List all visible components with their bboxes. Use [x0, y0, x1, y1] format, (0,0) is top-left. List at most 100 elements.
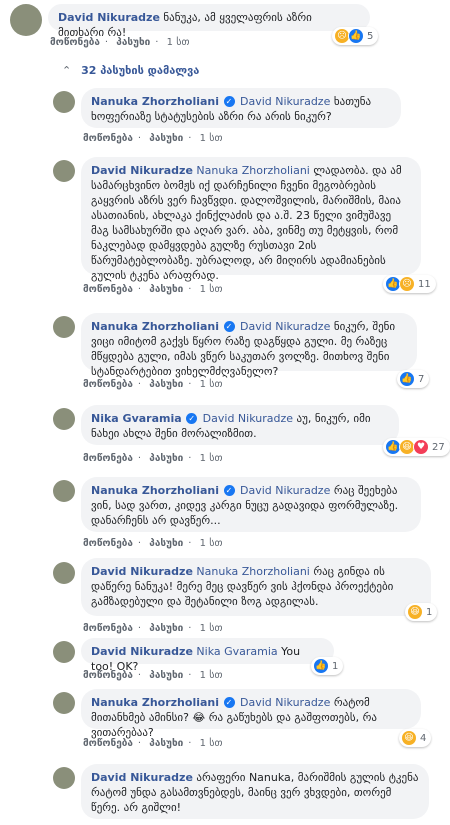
comment-bubble: Nika Gvaramia ✓ David Nikuradze აუ, ნიკუ… [81, 405, 399, 445]
collapse-arrow-icon: ⌃ [62, 64, 72, 77]
comment-actions: მოწონება · პასუხი · 1 სთ [83, 538, 223, 549]
avatar[interactable] [53, 408, 75, 430]
reaction-count: 11 [418, 278, 431, 290]
avatar[interactable] [53, 767, 75, 789]
comment-bubble: David Nikuradze Nanuka Zhorzholiani ლადა… [81, 157, 421, 282]
like-reaction-icon: 👍 [399, 371, 415, 387]
like-button[interactable]: მოწონება [83, 623, 133, 634]
comment-author[interactable]: Nanuka Zhorzholiani [91, 95, 219, 108]
comment-author[interactable]: David Nikuradze [58, 11, 160, 24]
avatar[interactable] [53, 91, 75, 113]
like-reaction-icon: 👍 [348, 28, 364, 44]
comment-author[interactable]: Nanuka Zhorzholiani [91, 320, 219, 333]
avatar[interactable] [53, 480, 75, 502]
verified-badge-icon: ✓ [186, 413, 198, 424]
reply-button[interactable]: პასუხი [149, 453, 183, 464]
reaction-summary[interactable]: 👍 😆 ♥ 27 [383, 438, 450, 456]
avatar[interactable] [53, 641, 75, 663]
verified-badge-icon: ✓ [223, 697, 235, 708]
comment-time[interactable]: 1 სთ [200, 623, 223, 634]
comment-actions: მოწონება · პასუხი · 1 სთ [83, 738, 223, 749]
avatar[interactable] [53, 692, 75, 714]
comment-author[interactable]: Nika Gvaramia [91, 412, 182, 425]
comment-author[interactable]: David Nikuradze [91, 164, 193, 177]
like-button[interactable]: მოწონება [83, 670, 133, 681]
comment-actions: მოწონება · პასუხი · 1 სთ [83, 284, 223, 295]
comment-actions: მოწონება · პასუხი · 1 სთ [83, 453, 223, 464]
reaction-summary[interactable]: 😆 4 [399, 729, 432, 747]
comment-bubble: Nanuka Zhorzholiani ✓ David Nikuradze რა… [81, 689, 421, 739]
comment-time[interactable]: 1 სთ [200, 538, 223, 549]
comment-author[interactable]: David Nikuradze [91, 771, 193, 784]
comment-author[interactable]: Nanuka Zhorzholiani [91, 696, 219, 709]
comment-actions: მოწონება · პასუხი · 1 სთ [83, 379, 223, 390]
mention-link[interactable]: David Nikuradze [240, 95, 330, 108]
reaction-count: 27 [432, 441, 445, 453]
like-button[interactable]: მოწონება [83, 538, 133, 549]
hide-replies-link[interactable]: ⌃ 32 პასუხის დამალვა [62, 64, 199, 77]
haha-reaction-icon: 😆 [401, 730, 417, 746]
like-button[interactable]: მოწონება [83, 453, 133, 464]
reply-button[interactable]: პასუხი [149, 379, 183, 390]
verified-badge-icon: ✓ [223, 96, 235, 107]
reaction-count: 1 [332, 660, 339, 672]
avatar[interactable] [53, 562, 75, 584]
like-button[interactable]: მოწონება [83, 284, 133, 295]
reaction-count: 1 [426, 606, 433, 618]
love-reaction-icon: ♥ [413, 439, 429, 455]
comment-author[interactable]: David Nikuradze [91, 645, 193, 658]
reply-button[interactable]: პასუხი [149, 538, 183, 549]
reply-button[interactable]: პასუხი [149, 623, 183, 634]
reaction-summary[interactable]: 👍 ☹ 11 [383, 275, 436, 293]
comment-bubble: Nanuka Zhorzholiani ✓ David Nikuradze ხა… [81, 88, 401, 128]
comment-bubble: David Nikuradze Nika Gvaramia You too! O… [81, 638, 334, 673]
mention-link[interactable]: David Nikuradze [240, 696, 330, 709]
reply-button[interactable]: პასუხი [149, 133, 183, 144]
comment-bubble: David Nikuradze ნანუკა, ამ ყველაფრის აზრ… [48, 4, 370, 39]
mention-link[interactable]: David Nikuradze [240, 484, 330, 497]
comment-bubble: Nanuka Zhorzholiani ✓ David Nikuradze რა… [81, 477, 421, 532]
avatar[interactable] [53, 316, 75, 338]
like-button[interactable]: მოწონება [83, 133, 133, 144]
comment-author[interactable]: David Nikuradze [91, 565, 193, 578]
comment-bubble: Nanuka Zhorzholiani ✓ David Nikuradze ნი… [81, 313, 417, 378]
comment-author[interactable]: Nanuka Zhorzholiani [91, 484, 219, 497]
reply-button[interactable]: პასუხი [149, 670, 183, 681]
avatar[interactable] [10, 4, 42, 36]
verified-badge-icon: ✓ [223, 485, 235, 496]
reaction-count: 5 [367, 30, 374, 42]
reaction-summary[interactable]: 👍 7 [397, 370, 430, 388]
avatar[interactable] [53, 160, 75, 182]
comment-bubble: David Nikuradze არაფერი Nanuka, მარიშმის… [81, 764, 429, 819]
comment-time[interactable]: 1 სთ [200, 738, 223, 749]
comment-actions: მოწონება · პასუხი · 1 სთ [83, 133, 223, 144]
comment-time[interactable]: 1 სთ [167, 37, 190, 48]
comment-time[interactable]: 1 სთ [200, 133, 223, 144]
mention-link[interactable]: David Nikuradze [240, 320, 330, 333]
sad-reaction-icon: ☹ [399, 276, 415, 292]
comment-text: ლადაობა. და ამ სამარცხვინო ბომჟს იქ დარჩ… [91, 164, 402, 282]
mention-link[interactable]: Nanuka Zhorzholiani [196, 164, 309, 177]
comment-time[interactable]: 1 სთ [200, 670, 223, 681]
mention-link[interactable]: David Nikuradze [203, 412, 293, 425]
reply-button[interactable]: პასუხი [116, 37, 150, 48]
reaction-summary[interactable]: 👍 1 [311, 657, 344, 675]
like-button[interactable]: მოწონება [83, 738, 133, 749]
like-button[interactable]: მოწონება [50, 37, 100, 48]
like-button[interactable]: მოწონება [83, 379, 133, 390]
comment-time[interactable]: 1 სთ [200, 379, 223, 390]
haha-reaction-icon: 😆 [407, 604, 423, 620]
comment-actions: მოწონება · პასუხი · 1 სთ [83, 623, 223, 634]
mention-link[interactable]: Nika Gvaramia [196, 645, 277, 658]
comment-time[interactable]: 1 სთ [200, 284, 223, 295]
reply-button[interactable]: პასუხი [149, 284, 183, 295]
hide-replies-label: 32 პასუხის დამალვა [81, 64, 200, 77]
comment-actions: მოწონება · პასუხი · 1 სთ [83, 670, 223, 681]
reaction-summary[interactable]: ☹ 👍 5 [332, 27, 379, 45]
top-comment: David Nikuradze ნანუკა, ამ ყველაფრის აზრ… [0, 0, 450, 55]
comment-time[interactable]: 1 სთ [200, 453, 223, 464]
reaction-summary[interactable]: 😆 1 [405, 603, 438, 621]
reaction-count: 7 [418, 373, 425, 385]
mention-link[interactable]: Nanuka Zhorzholiani [196, 565, 309, 578]
reply-button[interactable]: პასუხი [149, 738, 183, 749]
